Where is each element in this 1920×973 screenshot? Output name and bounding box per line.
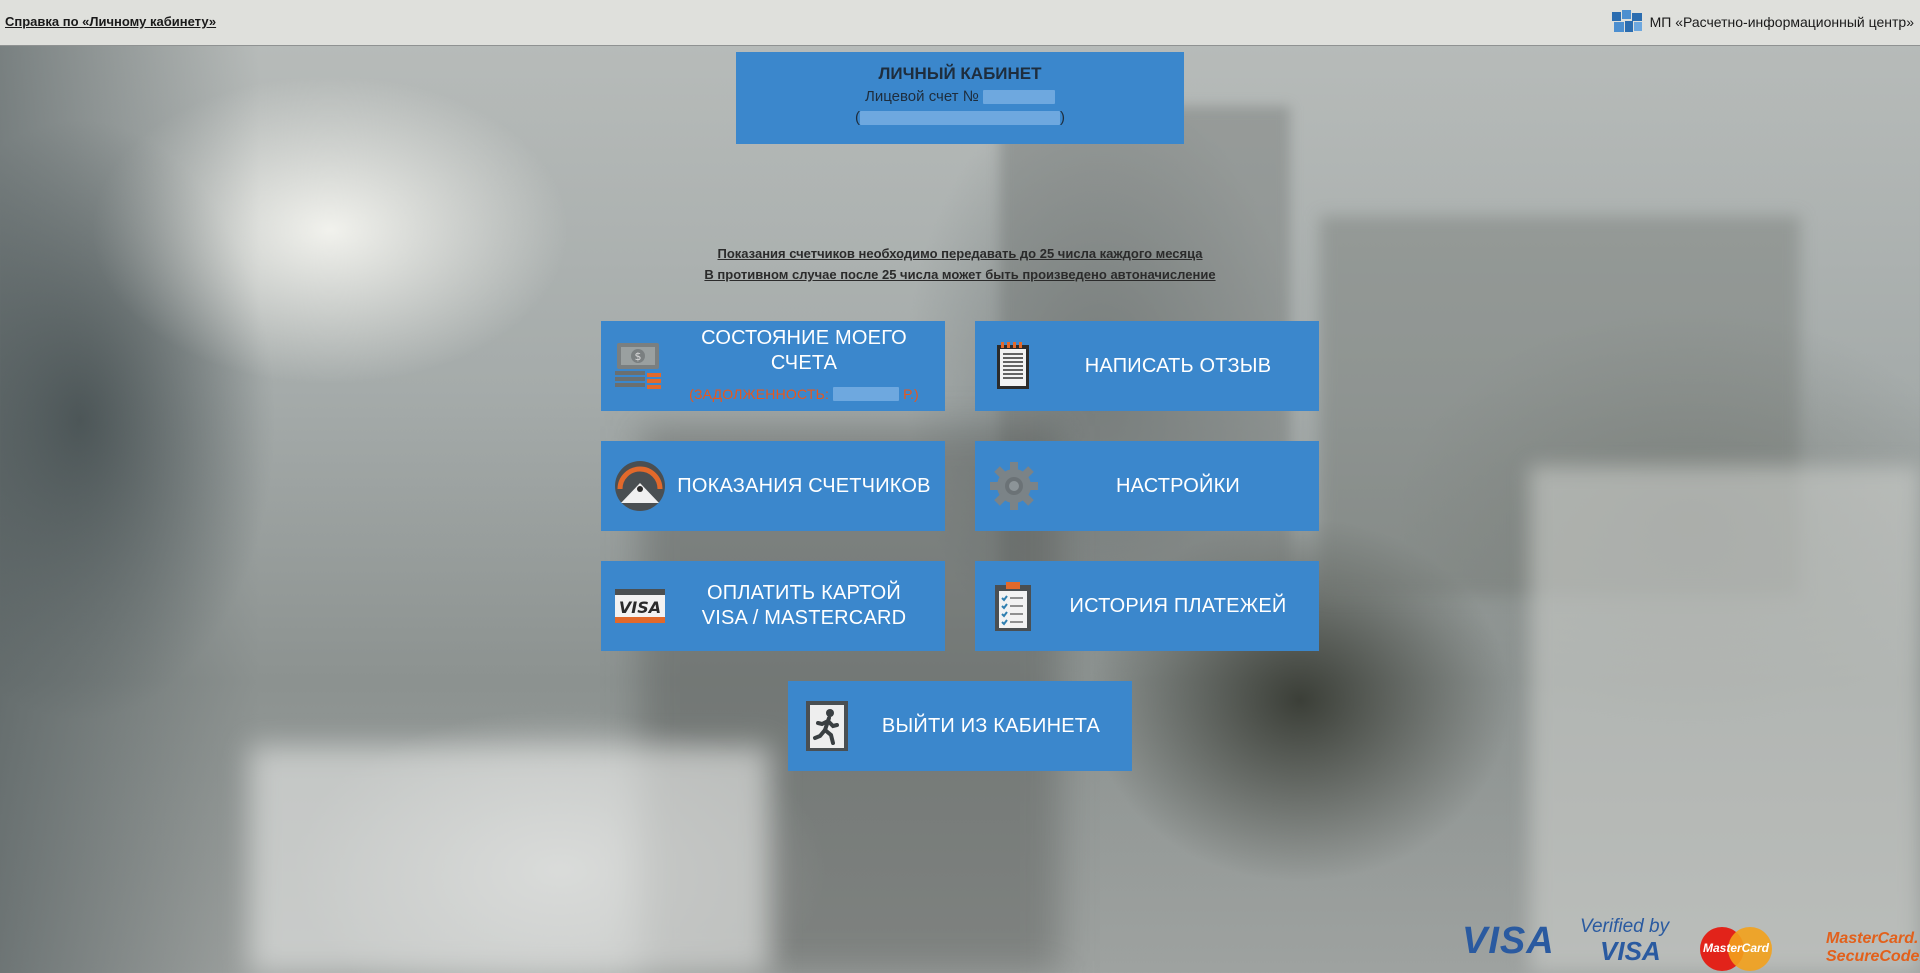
logout-label: ВЫЙТИ ИЗ КАБИНЕТА xyxy=(881,714,1101,737)
write-review-button[interactable]: НАПИСАТЬ ОТЗЫВ xyxy=(975,321,1319,411)
pay-card-label-line1: ОПЛАТИТЬ КАРТОЙ xyxy=(706,582,901,604)
logout-button[interactable]: ВЫЙТИ ИЗ КАБИНЕТА xyxy=(788,681,1132,771)
payment-history-label: ИСТОРИЯ ПЛАТЕЖЕЙ xyxy=(1069,594,1287,617)
meter-readings-button[interactable]: ПОКАЗАНИЯ СЧЕТЧИКОВ xyxy=(601,441,945,531)
organization[interactable]: МП «Расчетно-информационный центр» xyxy=(1610,9,1914,35)
securecode-line2: SecureCode. xyxy=(1826,948,1920,965)
meter-readings-label: ПОКАЗАНИЯ СЧЕТЧИКОВ xyxy=(677,474,931,497)
verified-by-text: Verified by xyxy=(1580,916,1670,937)
mastercard-text: MasterCard xyxy=(1702,941,1770,955)
meter-notice-line1: Показания счетчиков необходимо передават… xyxy=(717,246,1203,261)
payment-history-button[interactable]: ИСТОРИЯ ПЛАТЕЖЕЙ xyxy=(975,561,1319,651)
account-number-masked xyxy=(982,90,1055,105)
background-photo xyxy=(0,46,1920,973)
settings-button[interactable]: НАСТРОЙКИ xyxy=(975,441,1319,531)
settings-label: НАСТРОЙКИ xyxy=(1116,474,1240,497)
verified-visa-text: VISA xyxy=(1600,936,1661,966)
svg-text:VISA: VISA xyxy=(619,598,661,617)
pay-card-label: ОПЛАТИТЬ КАРТОЙ VISA / MASTERCARD xyxy=(671,561,937,651)
ric-logo-icon xyxy=(1611,10,1642,32)
securecode-line1: MasterCard. xyxy=(1826,930,1919,947)
close-paren: ) xyxy=(1060,109,1065,126)
visa-card-icon: VISA xyxy=(615,589,665,623)
account-number-line: Лицевой счет № xyxy=(736,88,1184,105)
account-status-label: СОСТОЯНИЕ МОЕГО СЧЕТА xyxy=(701,326,907,374)
account-status-label-block: СОСТОЯНИЕ МОЕГО СЧЕТА (ЗАДОЛЖЕННОСТЬ: Р.… xyxy=(671,321,937,411)
svg-text:$: $ xyxy=(635,350,642,363)
account-status-button[interactable]: $ СОСТОЯНИЕ МОЕГО СЧЕТА (ЗАДОЛЖЕННОСТЬ: … xyxy=(601,321,945,411)
account-title: ЛИЧНЫЙ КАБИНЕТ xyxy=(878,64,1042,83)
account-holder-masked xyxy=(860,111,1060,126)
pay-card-label-line2: VISA / MASTERCARD xyxy=(701,607,907,629)
payment-logos: VISA Verified by VISA MasterCard MasterC… xyxy=(0,916,1920,973)
account-holder-line: () xyxy=(736,109,1184,126)
debt-amount: (ЗАДОЛЖЕННОСТЬ: Р.) xyxy=(689,382,919,407)
debt-suffix: Р.) xyxy=(903,385,919,402)
write-review-label: НАПИСАТЬ ОТЗЫВ xyxy=(1084,354,1272,377)
gauge-icon xyxy=(615,461,665,511)
debt-value-masked xyxy=(833,387,900,401)
visa-logo: VISA xyxy=(1462,920,1555,962)
money-stack-icon: $ xyxy=(615,343,661,389)
pay-card-button[interactable]: VISA ОПЛАТИТЬ КАРТОЙ VISA / MASTERCARD xyxy=(601,561,945,651)
exit-icon xyxy=(806,701,848,751)
organization-name: МП «Расчетно-информационный центр» xyxy=(1649,14,1914,30)
mastercard-logo: MasterCard xyxy=(1700,925,1772,971)
account-number-label: Лицевой счет № xyxy=(865,88,979,105)
top-bar: Справка по «Личному кабинету» МП «Расчет… xyxy=(0,0,1920,46)
debt-prefix: (ЗАДОЛЖЕННОСТЬ: xyxy=(689,385,830,402)
notepad-icon xyxy=(997,342,1029,389)
account-header: ЛИЧНЫЙ КАБИНЕТ Лицевой счет № () xyxy=(736,52,1184,144)
meter-notice-line2: В противном случае после 25 числа может … xyxy=(704,267,1216,282)
gear-icon xyxy=(990,462,1038,510)
help-link[interactable]: Справка по «Личному кабинету» xyxy=(5,14,216,29)
checklist-icon xyxy=(995,582,1031,631)
